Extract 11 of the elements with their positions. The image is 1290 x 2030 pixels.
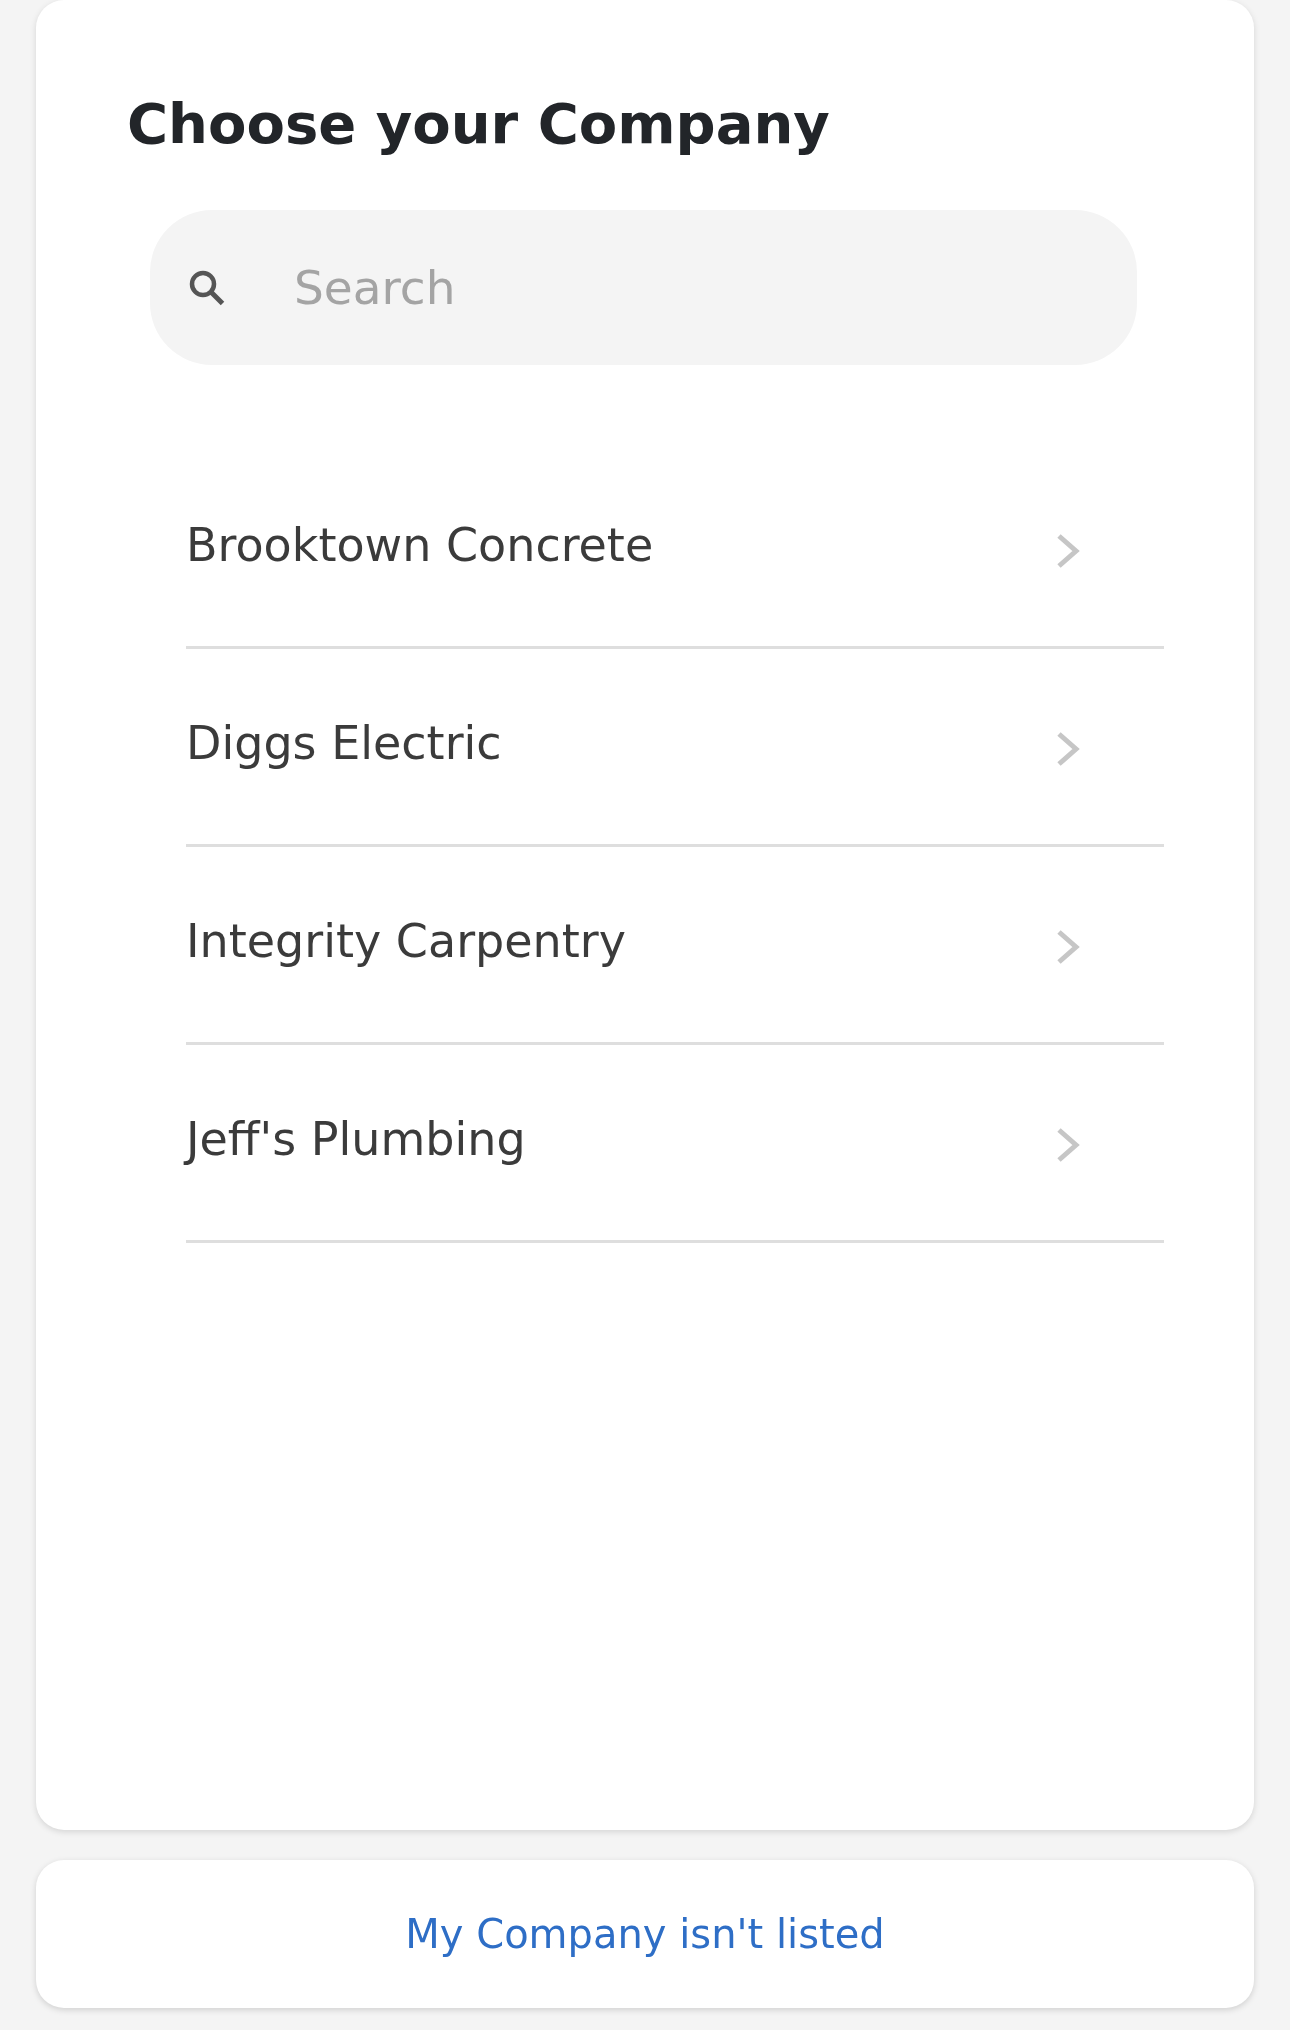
search-field[interactable]: Search xyxy=(150,210,1137,365)
page-title: Choose your Company xyxy=(127,90,830,158)
chevron-right-icon xyxy=(1056,532,1080,569)
search-icon xyxy=(189,270,225,306)
chevron-right-icon xyxy=(1056,730,1080,767)
company-list-item[interactable]: Diggs Electric xyxy=(186,649,1164,847)
chevron-right-icon xyxy=(1056,1126,1080,1163)
company-list-item[interactable]: Integrity Carpentry xyxy=(186,847,1164,1045)
chevron-right-icon xyxy=(1056,928,1080,965)
unlisted-company-button[interactable]: My Company isn't listed xyxy=(36,1860,1254,2008)
company-list-item[interactable]: Brooktown Concrete xyxy=(186,451,1164,649)
